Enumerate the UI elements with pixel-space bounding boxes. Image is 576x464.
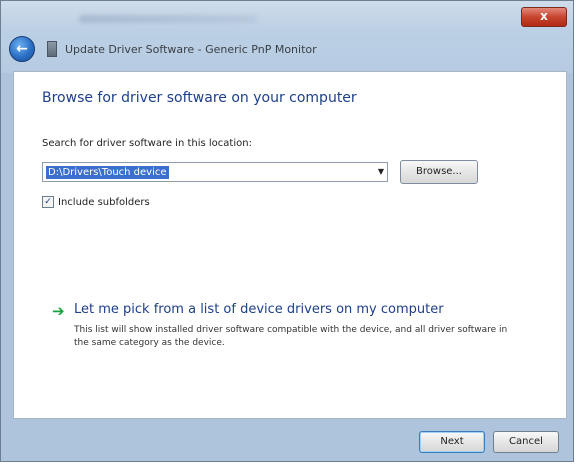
chevron-down-icon[interactable]: ▼ bbox=[378, 167, 384, 176]
path-input-value[interactable]: D:\Drivers\Touch device bbox=[46, 165, 169, 179]
path-combobox[interactable]: D:\Drivers\Touch device ▼ bbox=[42, 162, 388, 182]
window-title: Update Driver Software - Generic PnP Mon… bbox=[65, 42, 317, 56]
title-bar: x ← Update Driver Software - Generic PnP… bbox=[1, 1, 573, 73]
dialog-window: x ← Update Driver Software - Generic PnP… bbox=[0, 0, 574, 462]
include-subfolders-checkbox[interactable]: ✓ bbox=[42, 196, 54, 208]
page-heading: Browse for driver software on your compu… bbox=[42, 90, 357, 106]
content-panel: Browse for driver software on your compu… bbox=[13, 71, 567, 419]
pick-from-list-link[interactable]: Let me pick from a list of device driver… bbox=[74, 302, 444, 317]
search-location-label: Search for driver software in this locat… bbox=[42, 138, 252, 149]
include-subfolders-row[interactable]: ✓ Include subfolders bbox=[42, 196, 150, 208]
pick-from-list-description: This list will show installed driver sof… bbox=[74, 325, 508, 348]
green-arrow-icon: ➔ bbox=[52, 302, 65, 320]
back-button[interactable]: ← bbox=[9, 36, 35, 62]
back-arrow-icon: ← bbox=[16, 41, 28, 57]
dialog-footer: Next Cancel bbox=[1, 421, 573, 461]
checkmark-icon: ✓ bbox=[44, 197, 52, 207]
nav-row: ← Update Driver Software - Generic PnP M… bbox=[9, 35, 317, 63]
cancel-button[interactable]: Cancel bbox=[493, 431, 559, 453]
close-button[interactable]: x bbox=[521, 7, 567, 27]
close-icon: x bbox=[540, 9, 548, 23]
blurred-caption bbox=[79, 15, 257, 23]
include-subfolders-label: Include subfolders bbox=[58, 196, 150, 208]
browse-button[interactable]: Browse... bbox=[400, 160, 478, 184]
next-button[interactable]: Next bbox=[419, 431, 485, 453]
monitor-icon bbox=[47, 41, 57, 57]
